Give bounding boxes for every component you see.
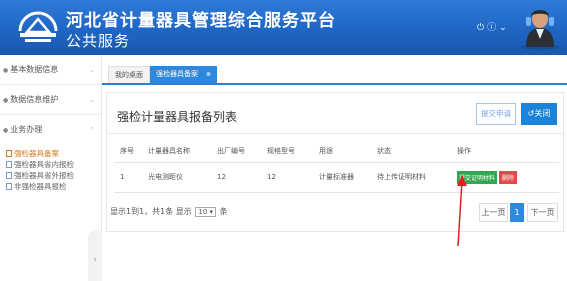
bullet-icon: ● [3,67,9,74]
chevron-down-icon: ⌄ [89,66,95,74]
sidebar-subitem-in-province-inspection[interactable]: 强检器具省内报检 [6,159,101,170]
submit-application-button[interactable]: 提交申请 [476,103,516,125]
close-button[interactable]: ↺关闭 [521,103,557,125]
page-size-select[interactable]: 10 ▾ [195,207,217,217]
app-header: 河北省计量器具管理综合服务平台 公共服务 ⏻ ⓘ ⌄ [0,0,567,55]
sidebar-item-label: 业务办理 [10,125,43,134]
column-header: 序号 [114,140,142,163]
chevron-left-icon: ‹ [93,255,97,265]
user-avatar[interactable] [517,3,563,51]
sidebar-item-label: 基本数据信息 [10,65,59,74]
sidebar-subitem-non-mandatory-inspection[interactable]: 非强检器具报检 [6,181,101,192]
page-number-button[interactable]: 1 [510,203,524,222]
sidebar-item-business[interactable]: ● 业务办理 ⌃ [0,115,101,145]
cell-model: 12 [261,162,313,193]
prev-page-button[interactable]: 上一页 [479,203,508,222]
column-header: 状态 [371,140,451,163]
chevron-up-icon: ⌃ [89,126,95,134]
cell-no: 1 [114,162,142,193]
tab-mandatory-filing[interactable]: 强检器具备案 ⊗ [150,66,218,83]
column-header: 规格型号 [261,140,313,163]
bullet-icon: ● [3,97,9,104]
platform-title: 河北省计量器具管理综合服务平台 [66,11,336,31]
document-icon [6,150,12,157]
pager-info: 显示1到1，共1条 显示 10 ▾ 条 [110,207,228,217]
chevron-down-icon: ⌄ [89,96,95,104]
sidebar-collapse-handle[interactable]: ‹ [88,230,102,281]
sidebar-item-basic-data[interactable]: ● 基本数据信息 ⌄ [0,55,101,85]
next-page-button[interactable]: 下一页 [527,203,558,222]
sidebar-item-label: 数据信息维护 [10,95,59,104]
column-header: 操作 [451,140,559,163]
platform-subtitle: 公共服务 [66,32,131,50]
filing-table: 序号 计量器具名称 出厂编号 规格型号 用途 状态 操作 1 光电测距仪 12 … [114,140,559,193]
chevron-down-icon[interactable]: ⌄ [499,23,507,33]
document-icon [6,183,12,190]
platform-logo [18,11,58,42]
cell-actions: 提交证明材料 删除 [451,162,559,193]
divider [107,133,563,134]
sidebar-subitem-out-province-inspection[interactable]: 强检器具省外报检 [6,170,101,181]
document-icon [6,172,12,179]
cell-name: 光电测距仪 [142,162,211,193]
table-header-row: 序号 计量器具名称 出厂编号 规格型号 用途 状态 操作 [114,140,559,163]
dropdown-arrow-icon: ▾ [209,208,214,216]
bullet-icon: ● [3,127,9,134]
page-title: 强检计量器具报备列表 [117,110,238,124]
cell-usage: 计量标准器 [313,162,371,193]
column-header: 用途 [313,140,371,163]
business-submenu: 强检器具备案 强检器具省内报检 强检器具省外报检 非强检器具报检 [0,145,101,192]
tab-my-desktop[interactable]: 我的桌面 [108,66,150,83]
table-row: 1 光电测距仪 12 12 计量标准器 待上传证明材料 提交证明材料 删除 [114,162,559,193]
info-icon[interactable]: ⓘ [487,23,496,33]
sidebar-subitem-mandatory-filing[interactable]: 强检器具备案 [6,148,101,159]
cell-status: 待上传证明材料 [371,162,451,193]
cell-serial: 12 [211,162,261,193]
document-icon [6,161,12,168]
header-icons: ⏻ ⓘ ⌄ [477,20,510,33]
submit-proof-button[interactable]: 提交证明材料 [457,170,498,184]
sidebar-item-data-maintenance[interactable]: ● 数据信息维护 ⌄ [0,85,101,115]
tab-bar: 我的桌面 强检器具备案 ⊗ [102,55,567,85]
column-header: 出厂编号 [211,140,261,163]
power-icon[interactable]: ⏻ [477,23,484,33]
column-header: 计量器具名称 [142,140,211,163]
sidebar: ● 基本数据信息 ⌄ ● 数据信息维护 ⌄ ● 业务办理 ⌃ 强检器具备案 强检器具省… [0,55,102,281]
delete-button[interactable]: 删除 [499,170,518,184]
close-icon[interactable]: ⊗ [206,71,211,78]
